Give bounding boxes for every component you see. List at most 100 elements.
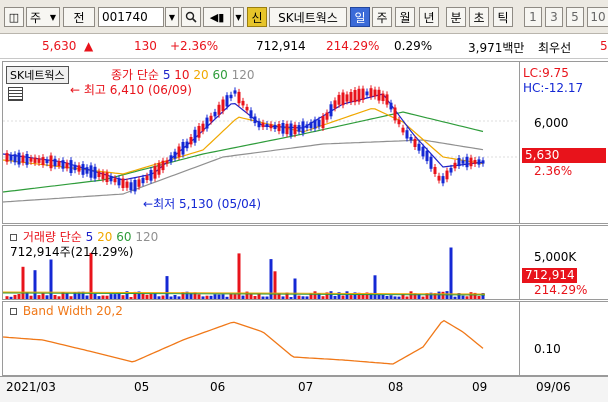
candle-body xyxy=(237,91,241,104)
volume-bar xyxy=(165,276,169,299)
grid-icon[interactable] xyxy=(8,87,23,101)
candle-body xyxy=(141,177,145,184)
price-change-pct: +2.36% xyxy=(170,39,219,53)
lc-label: LC:9.75 xyxy=(523,66,569,80)
number-button[interactable]: 5 xyxy=(566,7,584,27)
x-axis-label: 09 xyxy=(472,380,488,394)
search-icon[interactable] xyxy=(181,7,201,27)
candle-body xyxy=(273,124,277,129)
up-arrow-icon: ▲ xyxy=(84,39,94,53)
candle-body xyxy=(285,123,289,135)
number-button[interactable]: 10 xyxy=(587,7,608,27)
candle-body xyxy=(193,129,197,143)
ma120-label: 120 xyxy=(231,68,255,82)
volume-bar xyxy=(273,271,277,299)
candle-body xyxy=(161,160,165,171)
last-price-pct: 2.36% xyxy=(534,164,573,178)
volume-bar xyxy=(29,295,33,299)
candle-body xyxy=(201,123,205,132)
volume-bar xyxy=(225,296,229,299)
period-button[interactable]: 일 xyxy=(350,7,370,27)
period-button[interactable]: 월 xyxy=(395,7,415,27)
volume-bar xyxy=(373,275,377,299)
candle-body xyxy=(173,151,177,159)
x-axis-label: 2021/03 xyxy=(6,380,56,394)
bw-axis: 0.10 xyxy=(520,301,608,376)
number-button[interactable]: 3 xyxy=(545,7,563,27)
period-button[interactable]: 주 xyxy=(372,7,392,27)
volume-bar xyxy=(301,296,305,299)
candle-body xyxy=(61,160,65,169)
volume-bar xyxy=(461,295,465,299)
candle-body xyxy=(241,100,245,106)
menu-dropdown-icon[interactable]: ▼ xyxy=(233,7,244,27)
period-button[interactable]: 분 xyxy=(446,7,466,27)
period-button[interactable]: 년 xyxy=(419,7,439,27)
last-volume-tag: 712,914 xyxy=(522,268,577,283)
vma60-label: 60 xyxy=(116,230,132,244)
volume-bar xyxy=(465,296,469,299)
period-button[interactable]: 초 xyxy=(469,7,489,27)
candle-body xyxy=(453,162,457,169)
price-chart-pane[interactable]: SK네트웍스 종가 단순 5 10 20 60 120 ← 최고 6,410 (… xyxy=(2,61,520,224)
candle-body xyxy=(109,176,113,182)
trade-value: 3,971백만 xyxy=(468,41,525,55)
candle-body xyxy=(377,89,381,101)
candle-body xyxy=(353,90,357,103)
stock-code-input[interactable]: 001740 xyxy=(98,7,164,27)
candle-body xyxy=(85,167,89,174)
candle-body xyxy=(413,138,417,147)
volume-chart-pane[interactable]: 거래량 단순 5 20 60 120 712,914주(214.29%) xyxy=(2,225,520,300)
prefix-button[interactable]: 전 xyxy=(63,7,95,27)
candle-body xyxy=(93,166,97,179)
buy-badge[interactable]: 신 xyxy=(247,7,267,27)
stock-name-field[interactable]: SK네트웍스 xyxy=(269,7,347,27)
number-button[interactable]: 1 xyxy=(524,7,542,27)
bandwidth-chart-pane[interactable]: Band Width 20,2 xyxy=(2,301,520,376)
candle-body xyxy=(345,94,349,102)
low-note-text: 최저 5,130 (05/04) xyxy=(153,197,262,211)
candle-body xyxy=(225,95,229,107)
checkbox-icon[interactable] xyxy=(10,234,17,241)
volume-bar xyxy=(405,296,409,299)
volume-title: 거래량 단순 xyxy=(22,230,82,244)
market-type-select[interactable]: 주 ▼ xyxy=(26,7,60,27)
high-note-text: 최고 6,410 (06/09) xyxy=(83,83,192,97)
volume-bar xyxy=(221,294,225,299)
axis-tick-label: 5,000K xyxy=(534,250,577,264)
candle-body xyxy=(305,124,309,129)
candle-body xyxy=(397,119,401,125)
candle-body xyxy=(33,157,37,163)
window-icon[interactable]: ◫ xyxy=(4,7,24,27)
x-axis-label: 06 xyxy=(210,380,226,394)
candle-body xyxy=(129,182,133,191)
period-button[interactable]: 틱 xyxy=(493,7,513,27)
high-annotation: ← 최고 6,410 (06/09) xyxy=(70,81,192,98)
candle-body xyxy=(57,161,61,166)
checkbox-icon[interactable] xyxy=(10,308,17,315)
volume-bar xyxy=(449,247,453,299)
candle-body xyxy=(169,155,173,162)
bw-legend: Band Width 20,2 xyxy=(10,304,123,318)
ma5-label: 5 xyxy=(162,68,171,82)
candle-body xyxy=(29,157,33,162)
candle-body xyxy=(333,100,337,109)
candle-body xyxy=(69,160,73,173)
candle-body xyxy=(261,122,265,128)
volume-bar xyxy=(253,296,257,299)
axis-tick-label: 0.10 xyxy=(534,342,561,356)
ma-title: 종가 단순 xyxy=(111,68,159,82)
candle-body xyxy=(117,178,121,186)
volume-bar xyxy=(233,294,237,299)
volume-bar xyxy=(397,296,401,299)
candle-body xyxy=(145,175,149,180)
speaker-icon[interactable]: ◀▮ xyxy=(203,7,231,27)
x-axis-right-label: 09/06 xyxy=(536,380,571,394)
volume-bar xyxy=(33,270,37,299)
code-dropdown-icon[interactable]: ▼ xyxy=(165,7,179,27)
candle-body xyxy=(277,124,281,132)
candle-body xyxy=(385,94,389,105)
candle-body xyxy=(101,172,105,180)
volume-bar xyxy=(265,296,269,299)
volume-bar xyxy=(109,294,113,299)
